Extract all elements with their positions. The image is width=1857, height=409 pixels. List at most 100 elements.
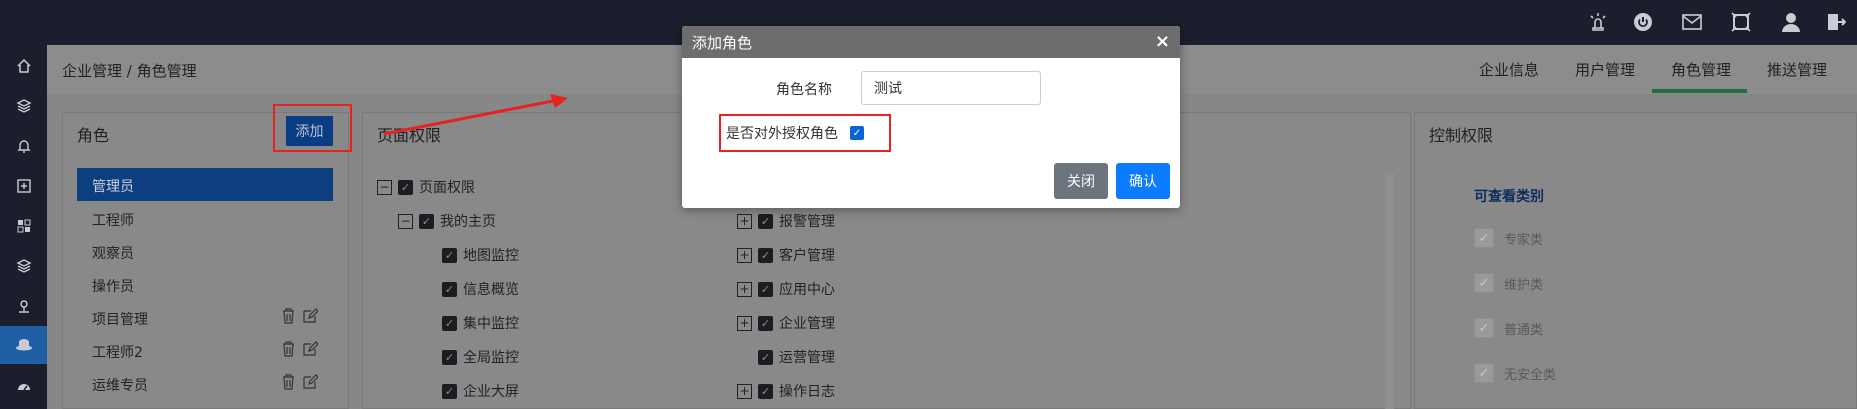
control-permission-subtitle: 可查看类别 bbox=[1474, 189, 1544, 205]
tree-node-label: 集中监控 bbox=[463, 316, 519, 332]
tree-node-label: 运营管理 bbox=[779, 350, 835, 366]
role-panel-title: 角色 bbox=[77, 126, 110, 145]
expand-icon[interactable]: + bbox=[737, 315, 752, 331]
delete-icon[interactable] bbox=[281, 308, 296, 328]
control-permission-title: 控制权限 bbox=[1429, 126, 1494, 145]
role-item[interactable]: 操作员 bbox=[92, 276, 134, 296]
dashboard-icon[interactable] bbox=[0, 367, 47, 405]
expand-icon[interactable]: + bbox=[737, 281, 752, 297]
role-item[interactable]: 管理员 bbox=[92, 176, 134, 196]
checkbox[interactable]: ✓ bbox=[1474, 228, 1494, 248]
tree-node[interactable]: − ✓ 我的主页 bbox=[398, 211, 496, 231]
tree-node-label: 企业大屏 bbox=[463, 384, 519, 400]
tree-node-label: 企业管理 bbox=[779, 316, 835, 332]
checkbox[interactable]: ✓ bbox=[419, 213, 434, 229]
confirm-button[interactable]: 确认 bbox=[1116, 163, 1170, 199]
power-icon[interactable] bbox=[1630, 9, 1656, 35]
role-item[interactable]: 运维专员 bbox=[92, 375, 148, 395]
tab-enterprise-info[interactable]: 企业信息 bbox=[1479, 59, 1539, 80]
bell-icon[interactable] bbox=[0, 127, 47, 165]
checkbox[interactable]: ✓ bbox=[442, 247, 457, 263]
tree-node[interactable]: − ✓ 页面权限 bbox=[377, 177, 475, 197]
edit-icon[interactable] bbox=[302, 308, 319, 328]
control-item-label: 维护类 bbox=[1504, 277, 1544, 293]
mail-icon[interactable] bbox=[1679, 9, 1705, 35]
checkbox[interactable]: ✓ bbox=[1474, 363, 1494, 383]
role-name-input[interactable]: 测试 bbox=[861, 71, 1041, 105]
checkbox[interactable]: ✓ bbox=[758, 213, 773, 229]
control-item[interactable]: ✓ 专家类 bbox=[1474, 228, 1543, 248]
role-name-label: 角色名称 bbox=[776, 82, 832, 98]
tree-node-label: 全局监控 bbox=[463, 350, 519, 366]
annotation-highlight-add bbox=[273, 104, 352, 152]
tree-node[interactable]: ✓ 地图监控 bbox=[442, 245, 519, 265]
expand-icon[interactable]: + bbox=[737, 247, 752, 263]
checkbox[interactable]: ✓ bbox=[398, 179, 413, 195]
role-hat-icon[interactable] bbox=[0, 326, 47, 364]
plus-square-icon[interactable] bbox=[0, 167, 47, 205]
layers-icon[interactable] bbox=[0, 87, 47, 125]
checkbox[interactable]: ✓ bbox=[758, 281, 773, 297]
tree-node[interactable]: ✓ 企业大屏 bbox=[442, 381, 519, 401]
tree-node[interactable]: ✓ 集中监控 bbox=[442, 313, 519, 333]
role-item[interactable]: 观察员 bbox=[92, 243, 134, 263]
tree-node[interactable]: ✓ 运营管理 bbox=[758, 347, 835, 367]
checkbox[interactable]: ✓ bbox=[442, 383, 457, 399]
control-item[interactable]: ✓ 普通类 bbox=[1474, 318, 1543, 338]
checkbox[interactable]: ✓ bbox=[442, 315, 457, 331]
scrollbar[interactable] bbox=[1385, 173, 1394, 409]
edit-icon[interactable] bbox=[302, 374, 319, 394]
tree-node-label: 应用中心 bbox=[779, 282, 835, 298]
tab-role-management[interactable]: 角色管理 bbox=[1671, 59, 1731, 80]
tree-node[interactable]: ✓ 全局监控 bbox=[442, 347, 519, 367]
annotation-arrow bbox=[383, 94, 568, 136]
map-pin-icon[interactable] bbox=[0, 287, 47, 325]
expand-icon[interactable]: + bbox=[737, 213, 752, 229]
control-item[interactable]: ✓ 维护类 bbox=[1474, 273, 1543, 293]
control-item[interactable]: ✓ 无安全类 bbox=[1474, 363, 1556, 383]
tree-node-label: 地图监控 bbox=[463, 248, 519, 264]
checkbox[interactable]: ✓ bbox=[758, 315, 773, 331]
checkbox[interactable]: ✓ bbox=[1474, 273, 1494, 293]
role-item[interactable]: 工程师2 bbox=[92, 342, 143, 362]
tab-user-management[interactable]: 用户管理 bbox=[1575, 59, 1635, 80]
role-item[interactable]: 工程师 bbox=[92, 210, 134, 230]
tree-node[interactable]: + ✓ 应用中心 bbox=[737, 279, 835, 299]
control-item-label: 专家类 bbox=[1504, 232, 1544, 248]
tree-node[interactable]: + ✓ 报警管理 bbox=[737, 211, 835, 231]
collapse-icon[interactable]: − bbox=[398, 213, 413, 229]
close-icon[interactable]: × bbox=[1155, 31, 1170, 52]
tree-node[interactable]: + ✓ 企业管理 bbox=[737, 313, 835, 333]
breadcrumb: 企业管理 / 角色管理 bbox=[62, 62, 197, 80]
tree-node-label: 报警管理 bbox=[779, 214, 835, 230]
user-icon[interactable] bbox=[1778, 9, 1804, 35]
checkbox[interactable]: ✓ bbox=[758, 383, 773, 399]
logout-icon[interactable] bbox=[1823, 9, 1849, 35]
tree-node[interactable]: ✓ 信息概览 bbox=[442, 279, 519, 299]
grid-icon[interactable] bbox=[0, 207, 47, 245]
home-icon[interactable] bbox=[0, 47, 47, 85]
checkbox[interactable]: ✓ bbox=[1474, 318, 1494, 338]
delete-icon[interactable] bbox=[281, 374, 296, 394]
tree-node[interactable]: + ✓ 操作日志 bbox=[737, 381, 835, 401]
authorize-checkbox[interactable]: ✓ bbox=[850, 126, 864, 140]
collapse-icon[interactable]: − bbox=[377, 179, 392, 195]
control-item-label: 无安全类 bbox=[1504, 367, 1557, 383]
tree-node[interactable]: + ✓ 客户管理 bbox=[737, 245, 835, 265]
tab-push-management[interactable]: 推送管理 bbox=[1767, 59, 1827, 80]
fullscreen-icon[interactable] bbox=[1728, 9, 1754, 35]
modal-title: 添加角色 bbox=[682, 26, 1180, 58]
alarm-light-icon[interactable] bbox=[1585, 9, 1611, 35]
expand-icon[interactable]: + bbox=[737, 383, 752, 399]
checkbox[interactable]: ✓ bbox=[442, 281, 457, 297]
authorize-row: 是否对外授权角色 ✓ bbox=[719, 114, 891, 152]
active-tab-indicator bbox=[1652, 89, 1747, 93]
delete-icon[interactable] bbox=[281, 341, 296, 361]
layers-icon[interactable] bbox=[0, 247, 47, 285]
checkbox[interactable]: ✓ bbox=[442, 349, 457, 365]
close-button[interactable]: 关闭 bbox=[1054, 163, 1108, 199]
edit-icon[interactable] bbox=[302, 341, 319, 361]
checkbox[interactable]: ✓ bbox=[758, 247, 773, 263]
role-item[interactable]: 项目管理 bbox=[92, 309, 148, 329]
checkbox[interactable]: ✓ bbox=[758, 349, 773, 365]
